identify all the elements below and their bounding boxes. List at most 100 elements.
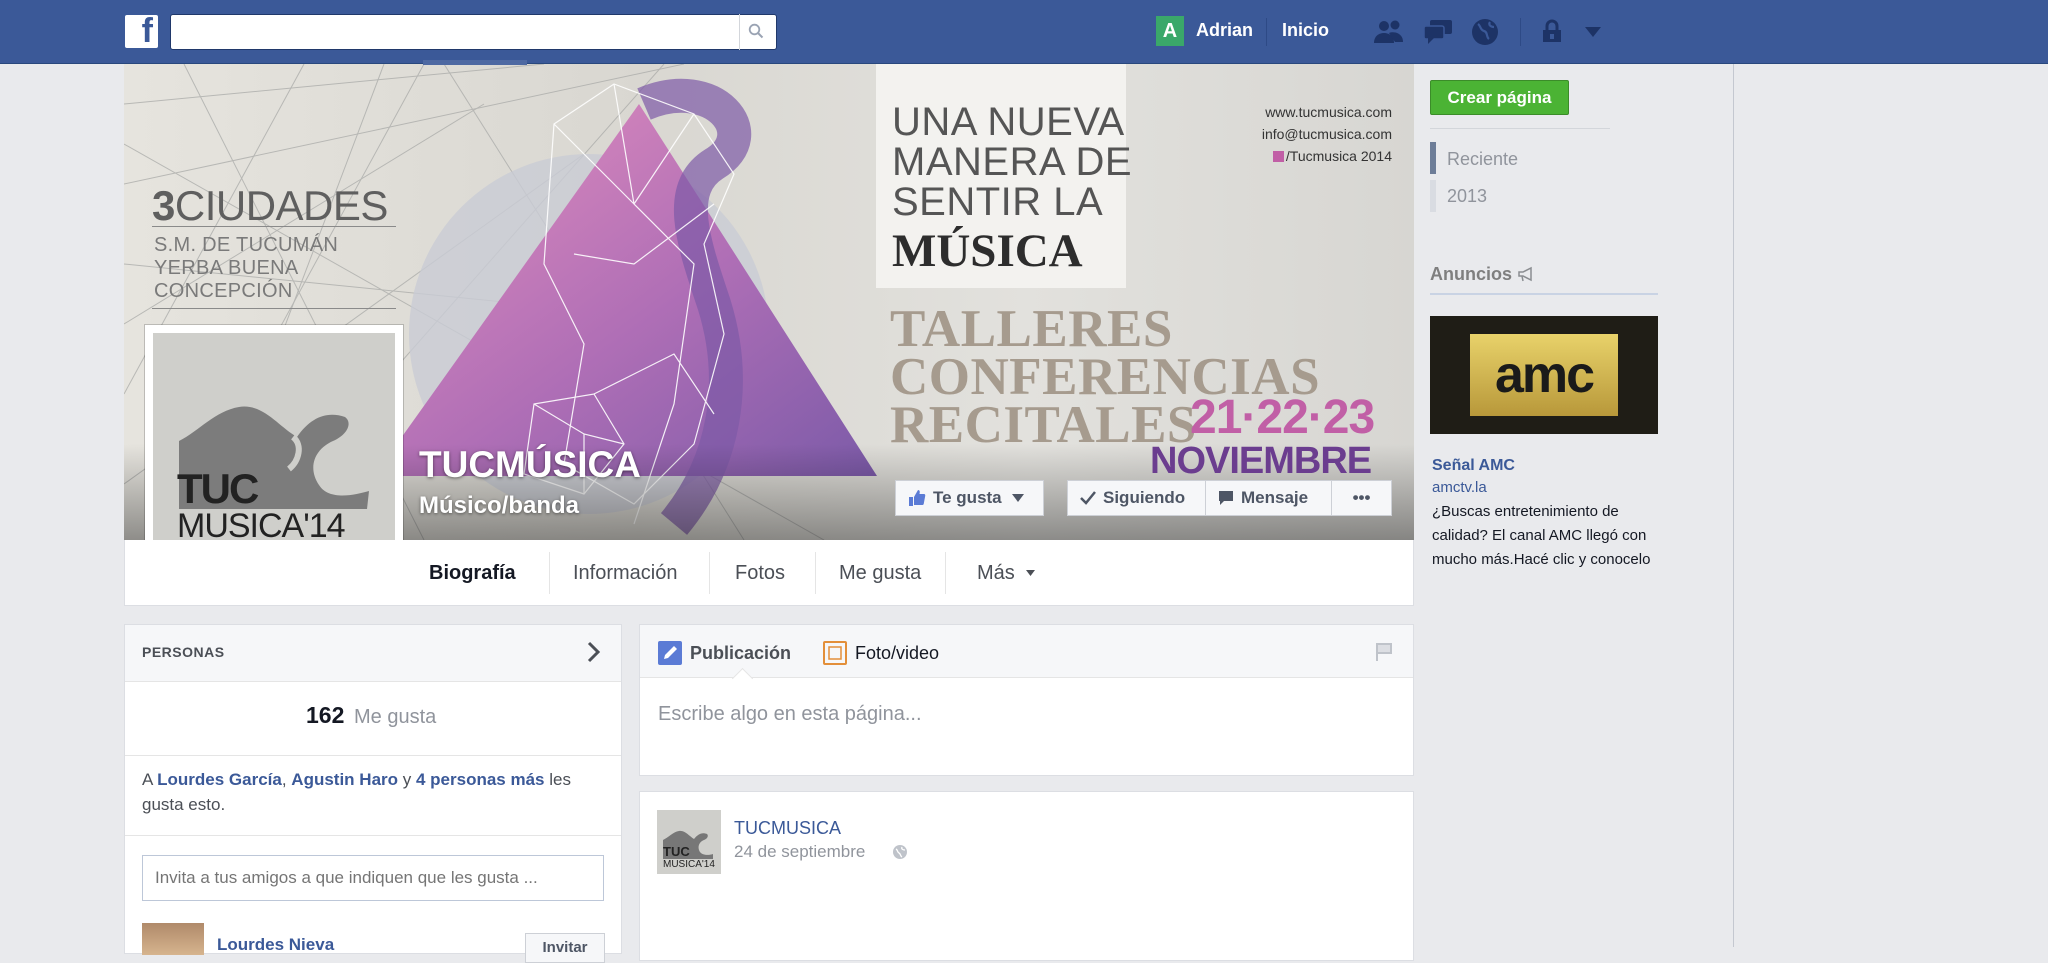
timeline-post: TUC MUSICA'14 TUCMUSICA 24 de septiembre	[639, 791, 1414, 961]
tab-divider	[549, 552, 550, 594]
home-link[interactable]: Inicio	[1282, 20, 1329, 41]
privacy-shortcuts-icon[interactable]	[1538, 16, 1572, 48]
likes-count: 162	[306, 702, 345, 728]
ad-image[interactable]: amc	[1430, 316, 1658, 434]
year-indicator	[1430, 180, 1436, 212]
tab-informacion[interactable]: Información	[573, 562, 678, 585]
account-settings-chevron-icon[interactable]	[1584, 26, 1602, 38]
ad-description[interactable]: ¿Buscas entretenimiento de calidad? El c…	[1432, 500, 1668, 572]
people-card-header[interactable]: PERSONAS	[125, 625, 621, 682]
ad-url[interactable]: amctv.la	[1432, 479, 1487, 496]
chevron-right-icon[interactable]	[587, 641, 601, 663]
invite-friends-input[interactable]	[142, 855, 604, 901]
amc-logo: amc	[1470, 334, 1618, 416]
user-profile-link[interactable]: Adrian	[1196, 20, 1253, 41]
post-author-name[interactable]: TUCMUSICA	[734, 818, 841, 839]
cover-facebook-handle: /Tucmusica 2014	[1272, 148, 1392, 164]
chevron-down-icon	[1026, 570, 1036, 576]
globe-icon[interactable]	[892, 844, 908, 860]
logo-text-tuc: TUC	[177, 465, 259, 512]
flag-icon[interactable]	[1373, 641, 1395, 663]
messages-icon[interactable]	[1421, 16, 1455, 48]
year-selected-indicator	[1430, 142, 1436, 174]
tab-biografia[interactable]: Biografía	[429, 562, 516, 585]
friend-link[interactable]: Lourdes García	[157, 770, 282, 789]
cover-headline-line: MANERA DE	[892, 140, 1133, 184]
tucmusica-logo: TUC MUSICA'14	[663, 830, 715, 870]
timeline-tabs: Biografía Información Fotos Me gusta Más	[124, 540, 1414, 606]
post-timestamp[interactable]: 24 de septiembre	[734, 842, 865, 862]
friend-avatar[interactable]	[142, 923, 204, 955]
divider	[1430, 128, 1610, 129]
tab-mas[interactable]: Más	[977, 562, 1036, 585]
composer-input[interactable]: Escribe algo en esta página...	[658, 703, 922, 726]
user-avatar[interactable]: A	[1156, 16, 1184, 46]
tab-me-gusta[interactable]: Me gusta	[839, 562, 921, 585]
create-page-button[interactable]: Crear página	[1430, 80, 1569, 115]
ads-heading[interactable]: Anuncios	[1430, 264, 1512, 285]
ad-title[interactable]: Señal AMC	[1432, 457, 1515, 475]
svg-text:MUSICA'14: MUSICA'14	[663, 859, 715, 870]
friend-requests-icon[interactable]	[1372, 16, 1406, 48]
pencil-icon	[658, 641, 682, 665]
cover-website: www.tucmusica.com	[1265, 104, 1392, 120]
cover-event-line: TALLERES	[890, 300, 1173, 358]
like-button[interactable]: Te gusta	[895, 480, 1044, 516]
profile-picture-image: TUC MUSICA'14	[153, 333, 395, 575]
friend-name[interactable]: Lourdes Nieva	[217, 935, 334, 955]
facebook-mini-icon	[1272, 151, 1284, 162]
year-link-2013[interactable]: 2013	[1447, 186, 1487, 207]
thumbs-up-icon	[909, 490, 926, 506]
active-tab-indicator	[423, 60, 527, 65]
tab-publicacion[interactable]: Publicación	[658, 641, 791, 665]
more-friends-link[interactable]: 4 personas más	[416, 770, 545, 789]
photo-icon	[823, 641, 847, 665]
friend-link[interactable]: Agustin Haro	[291, 770, 398, 789]
page-title[interactable]: TUCMÚSICA	[419, 444, 641, 486]
following-button[interactable]: Siguiendo	[1067, 480, 1206, 516]
cover-headline-line: SENTIR LA	[892, 180, 1104, 224]
cover-divider	[152, 226, 396, 227]
search-input[interactable]	[170, 14, 777, 50]
people-card-title: PERSONAS	[142, 644, 225, 660]
notifications-globe-icon[interactable]	[1468, 16, 1502, 48]
svg-text:TUC: TUC	[663, 844, 690, 859]
likes-label: Me gusta	[354, 706, 437, 728]
topbar-divider	[1266, 18, 1267, 46]
search-divider	[739, 14, 740, 50]
cover-event-dates: 21·22·23	[1190, 391, 1375, 444]
invite-button[interactable]: Invitar	[525, 933, 605, 963]
search-icon[interactable]	[748, 23, 764, 39]
friends-who-like: A Lourdes García, Agustin Haro y 4 perso…	[142, 770, 571, 814]
tab-divider	[709, 552, 710, 594]
cover-divider	[152, 308, 396, 309]
tab-fotos[interactable]: Fotos	[735, 562, 785, 585]
cover-city: CONCEPCIÓN	[154, 280, 293, 302]
page-category[interactable]: Músico/banda	[419, 492, 579, 520]
tab-divider	[815, 552, 816, 594]
speech-bubble-icon	[1219, 491, 1233, 505]
year-link-reciente[interactable]: Reciente	[1447, 149, 1518, 170]
message-button[interactable]: Mensaje	[1205, 480, 1332, 516]
checkmark-icon	[1080, 491, 1096, 505]
tab-foto-video[interactable]: Foto/video	[823, 641, 939, 665]
cover-headline-emphasis: MÚSICA	[892, 225, 1083, 277]
divider	[125, 755, 621, 756]
post-author-avatar[interactable]: TUC MUSICA'14	[657, 810, 721, 874]
more-options-button[interactable]: •••	[1331, 480, 1392, 516]
topbar-divider	[1520, 18, 1521, 46]
cover-email: info@tucmusica.com	[1261, 126, 1392, 142]
cover-headline-line: UNA NUEVA	[892, 100, 1125, 144]
cover-city: YERBA BUENA	[154, 257, 299, 279]
people-card: PERSONAS 162 Me gusta A Lourdes García, …	[124, 624, 622, 963]
top-navigation-bar: f A Adrian Inicio	[0, 0, 2048, 64]
post-composer: Publicación Foto/video Escribe algo en e…	[639, 624, 1414, 776]
facebook-logo[interactable]: f	[125, 12, 158, 50]
chat-sidebar-divider	[1733, 64, 1734, 947]
composer-tabs: Publicación Foto/video	[640, 625, 1413, 678]
divider	[1430, 293, 1658, 295]
megaphone-icon	[1518, 266, 1532, 282]
cover-cities-title: 3CIUDADES	[152, 182, 388, 229]
divider	[125, 835, 621, 836]
cover-city: S.M. DE TUCUMÁN	[154, 234, 339, 256]
